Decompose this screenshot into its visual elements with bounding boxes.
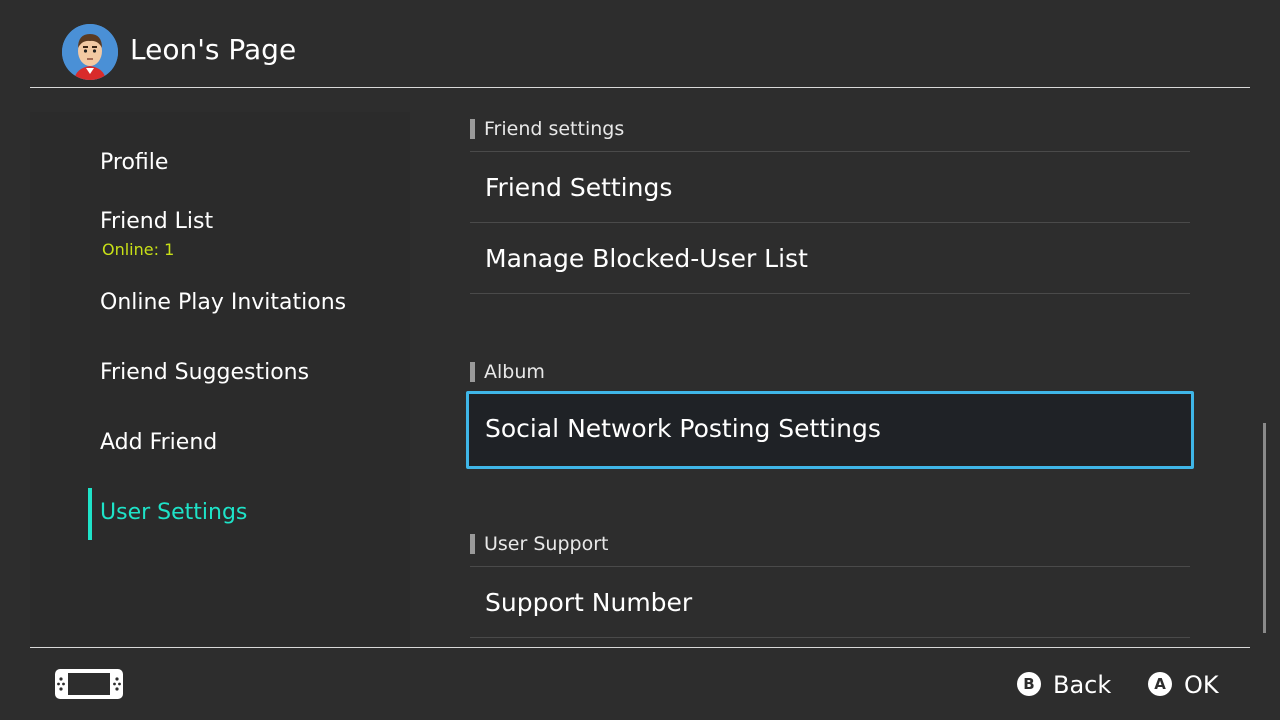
row-label: Social Network Posting Settings [485, 412, 881, 446]
sidebar-item-friend-suggestions[interactable]: Friend Suggestions [100, 358, 309, 388]
scrollbar[interactable] [1263, 423, 1266, 633]
row-social-network-posting-settings[interactable]: Social Network Posting Settings [466, 391, 1194, 469]
row-divider [470, 151, 1190, 152]
console-icon [54, 668, 124, 700]
row-friend-settings[interactable]: Friend Settings [485, 171, 672, 205]
b-button-icon: B [1017, 672, 1041, 696]
active-indicator [88, 488, 92, 540]
row-support-number[interactable]: Support Number [485, 586, 692, 620]
header-divider [30, 87, 1250, 88]
row-divider [470, 637, 1190, 638]
mii-avatar-icon [62, 24, 118, 80]
sidebar-item-friend-list[interactable]: Friend List [100, 207, 213, 237]
page-title: Leon's Page [130, 30, 296, 70]
row-divider [470, 222, 1190, 223]
sidebar-item-user-settings[interactable]: User Settings [100, 498, 247, 528]
a-button-icon: A [1148, 672, 1172, 696]
sidebar-item-profile[interactable]: Profile [100, 148, 168, 178]
sidebar: Profile Friend List Online: 1 Online Pla… [30, 112, 410, 646]
footer-divider [30, 647, 1250, 648]
online-count: Online: 1 [102, 240, 174, 260]
section-title-album: Album [470, 359, 545, 385]
row-manage-blocked-user-list[interactable]: Manage Blocked-User List [485, 242, 808, 276]
section-title-user-support: User Support [470, 531, 608, 557]
section-title-friend-settings: Friend settings [470, 116, 624, 142]
back-button[interactable]: Back [1053, 670, 1111, 700]
avatar [62, 24, 118, 80]
sidebar-item-online-play-invitations[interactable]: Online Play Invitations [100, 288, 346, 318]
ok-button[interactable]: OK [1184, 670, 1219, 700]
row-divider [470, 566, 1190, 567]
sidebar-item-add-friend[interactable]: Add Friend [100, 428, 217, 458]
row-divider [470, 293, 1190, 294]
header: Leon's Page [0, 0, 1280, 88]
